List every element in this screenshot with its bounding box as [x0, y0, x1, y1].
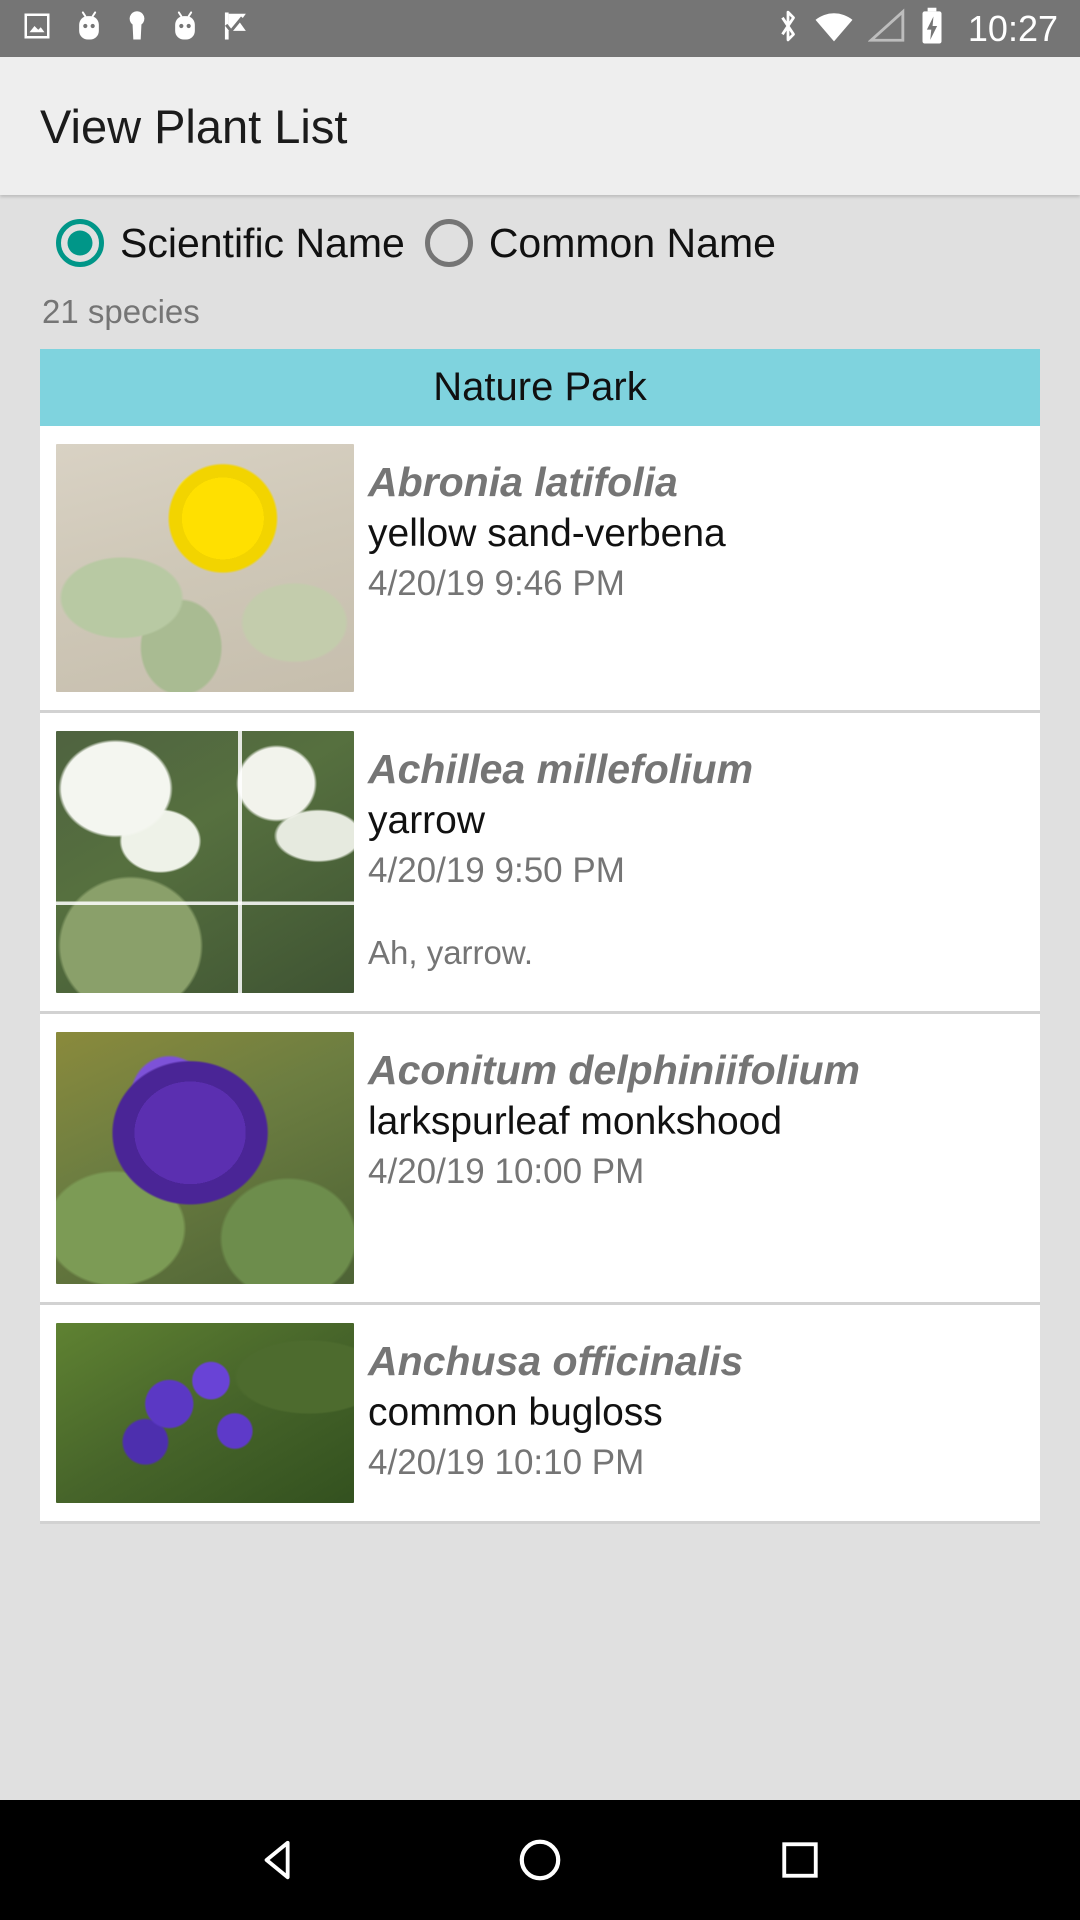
species-count-text: 21 species [42, 293, 200, 330]
radio-option-scientific-name[interactable]: Scientific Name [56, 219, 405, 267]
plant-list[interactable]: Nature Park Abronia latifolia yellow san… [40, 349, 1040, 1524]
timestamp: 4/20/19 9:50 PM [368, 851, 625, 891]
radio-button-common-name[interactable] [424, 219, 473, 267]
timestamp: 4/20/19 10:10 PM [368, 1443, 645, 1483]
nav-recents-button[interactable] [755, 1815, 845, 1905]
image-icon [22, 11, 52, 46]
radio-button-scientific-name[interactable] [56, 219, 104, 267]
nav-home-button[interactable] [495, 1815, 585, 1905]
radio-label-scientific-name: Scientific Name [120, 219, 405, 266]
timestamp: 4/20/19 10:00 PM [368, 1152, 645, 1192]
plant-thumbnail-achillea-millefolium [56, 731, 354, 993]
checkmark-flag-icon [222, 10, 250, 47]
key-icon [126, 10, 148, 47]
common-name: common bugloss [368, 1391, 663, 1435]
common-name: yarrow [368, 799, 486, 843]
scientific-name: Anchusa officinalis [368, 1338, 744, 1384]
cellular-signal-icon [867, 8, 906, 49]
name-type-radio-group: Scientific Name Common Name [0, 195, 1080, 267]
status-bar-notification-icons [22, 10, 250, 47]
radio-option-common-name[interactable]: Common Name [424, 219, 776, 267]
android-head-icon [74, 10, 104, 47]
list-item-text: Abronia latifolia yellow sand-verbena 4/… [354, 444, 1040, 692]
page-title: View Plant List [40, 99, 348, 153]
list-item-text: Aconitum delphiniifolium larkspurleaf mo… [354, 1032, 1040, 1284]
nav-back-button[interactable] [235, 1815, 325, 1905]
android-head-icon [170, 10, 200, 47]
system-navigation-bar [0, 1800, 1080, 1920]
bluetooth-icon [776, 8, 800, 49]
common-name: larkspurleaf monkshood [368, 1100, 783, 1144]
list-item[interactable]: Abronia latifolia yellow sand-verbena 4/… [40, 426, 1040, 713]
scientific-name: Aconitum delphiniifolium [368, 1047, 860, 1093]
list-item[interactable]: Aconitum delphiniifolium larkspurleaf mo… [40, 1014, 1040, 1305]
group-header-nature-park[interactable]: Nature Park [40, 349, 1040, 426]
list-item[interactable]: Anchusa officinalis common bugloss 4/20/… [40, 1305, 1040, 1524]
group-header-label: Nature Park [433, 365, 647, 409]
status-bar: 10:27 [0, 0, 1080, 57]
main-content: Scientific Name Common Name 21 species N… [0, 195, 1080, 1800]
battery-charging-icon [920, 7, 944, 50]
app-bar: View Plant List [0, 57, 1080, 195]
scientific-name: Achillea millefolium [368, 746, 754, 792]
scientific-name: Abronia latifolia [368, 459, 678, 505]
timestamp: 4/20/19 9:46 PM [368, 564, 625, 604]
status-bar-clock: 10:27 [967, 7, 1058, 49]
list-item-text: Anchusa officinalis common bugloss 4/20/… [354, 1323, 1040, 1503]
plant-thumbnail-abronia-latifolia [56, 444, 354, 692]
plant-thumbnail-aconitum-delphiniifolium [56, 1032, 354, 1284]
plant-note: Ah, yarrow. [368, 934, 534, 972]
status-bar-system-icons: 10:27 [776, 7, 1058, 50]
list-item[interactable]: Achillea millefolium yarrow 4/20/19 9:50… [40, 713, 1040, 1014]
app-screen: 10:27 View Plant List Scientific Name Co… [0, 0, 1080, 1920]
common-name: yellow sand-verbena [368, 512, 726, 556]
plant-thumbnail-anchusa-officinalis [56, 1323, 354, 1503]
wifi-icon [814, 8, 854, 49]
list-item-text: Achillea millefolium yarrow 4/20/19 9:50… [354, 731, 1040, 993]
radio-label-common-name: Common Name [488, 219, 776, 266]
